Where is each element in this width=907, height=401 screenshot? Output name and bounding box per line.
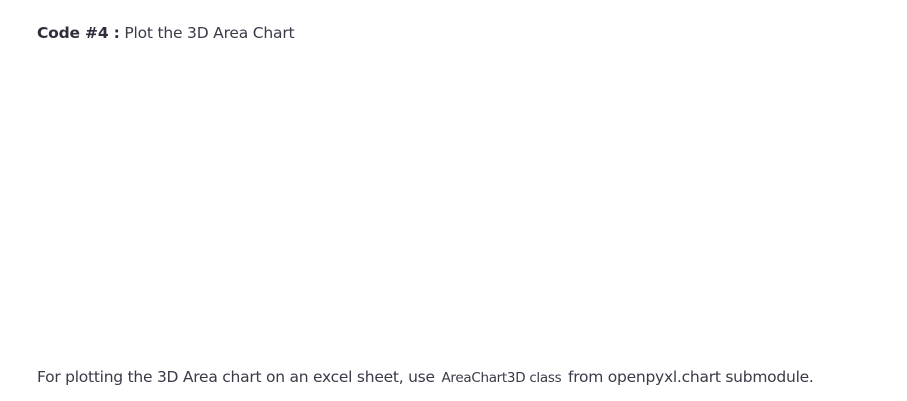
heading-text: Plot the 3D Area Chart	[124, 24, 295, 42]
paragraph-text-before: For plotting the 3D Area chart on an exc…	[37, 368, 435, 386]
section-heading: Code #4 : Plot the 3D Area Chart	[37, 23, 295, 43]
paragraph-text-after: from openpyxl.chart submodule.	[568, 368, 814, 386]
description-paragraph: For plotting the 3D Area chart on an exc…	[37, 367, 814, 388]
inline-code-classname: AreaChart3D	[441, 370, 526, 386]
heading-label: Code #4 :	[37, 24, 120, 42]
inline-code-class-keyword: class	[529, 370, 562, 386]
code-block-placeholder	[37, 60, 870, 350]
